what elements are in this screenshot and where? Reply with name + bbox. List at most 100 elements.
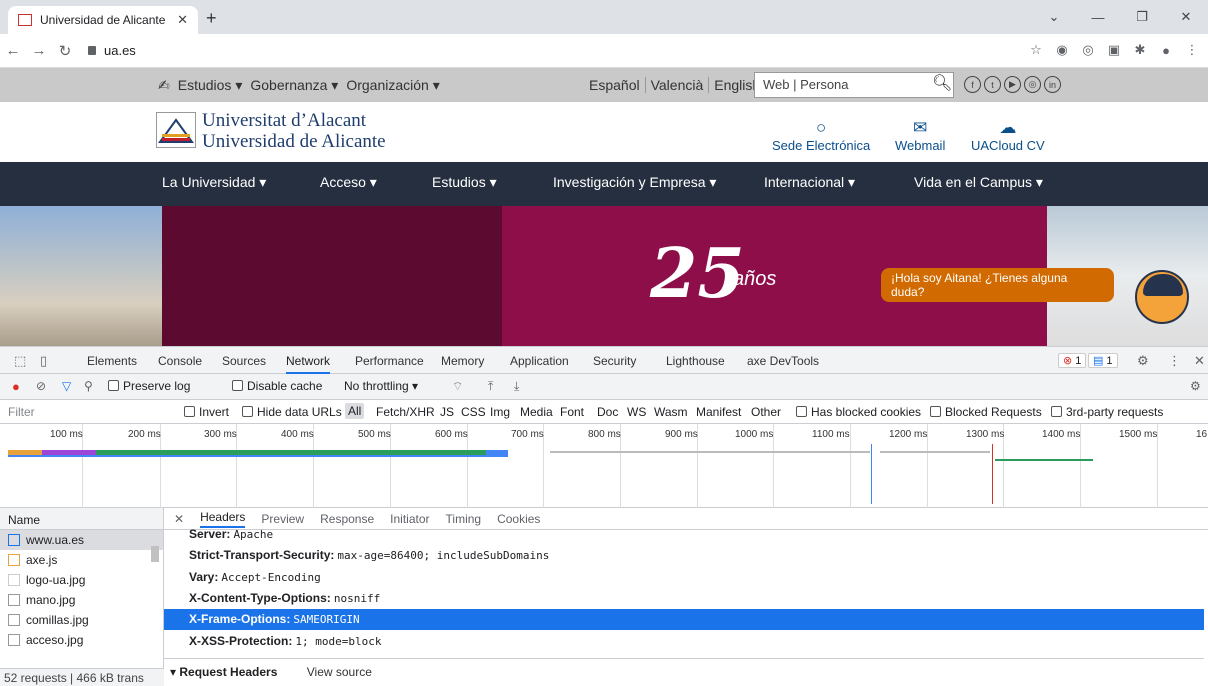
message-count-badge[interactable]: ▤ 1	[1088, 353, 1118, 368]
throttling-select[interactable]: No throttling ▾	[344, 379, 418, 393]
extension-icon[interactable]: ◉	[1054, 42, 1070, 58]
twitter-icon[interactable]: t	[984, 76, 1001, 93]
mainnav-internacional[interactable]: Internacional ▾	[764, 174, 855, 191]
filter-type-fetch-xhr[interactable]: Fetch/XHR	[376, 405, 435, 419]
instagram-icon[interactable]: ◎	[1024, 76, 1041, 93]
close-window-icon[interactable]: ✕	[1164, 0, 1208, 34]
chatbot-avatar[interactable]	[1135, 270, 1189, 324]
lang-valencia[interactable]: Valencià	[646, 77, 710, 93]
hero-banner[interactable]: 25 años ¡Hola soy Aitana! ¿Tienes alguna…	[0, 206, 1208, 346]
close-tab-icon[interactable]: ✕	[177, 12, 188, 28]
response-header-row[interactable]: Server: Apache	[164, 524, 1204, 545]
network-timeline-overview[interactable]: 100 ms 200 ms 300 ms 400 ms 500 ms 600 m…	[0, 424, 1208, 508]
network-settings-gear-icon[interactable]: ⚙	[1190, 379, 1201, 393]
tab-network[interactable]: Network	[286, 354, 331, 374]
close-devtools-icon[interactable]: ✕	[1194, 353, 1208, 368]
tab-security[interactable]: Security	[593, 354, 636, 368]
chatbot-bubble[interactable]: ¡Hola soy Aitana! ¿Tienes alguna duda?	[881, 268, 1114, 302]
request-row[interactable]: logo-ua.jpg	[0, 570, 163, 590]
filter-funnel-icon[interactable]: ▽	[62, 379, 71, 393]
filter-type-manifest[interactable]: Manifest	[696, 405, 741, 419]
tab-axe-devtools[interactable]: axe DevTools	[747, 354, 819, 368]
request-headers-toggle[interactable]: ▾ Request Headers	[170, 665, 277, 679]
view-source-link[interactable]: View source	[307, 665, 372, 679]
more-options-icon[interactable]: ⋮	[1168, 353, 1182, 368]
facebook-icon[interactable]: f	[964, 76, 981, 93]
tab-performance[interactable]: Performance	[355, 354, 424, 368]
restore-icon[interactable]: ❐	[1120, 0, 1164, 34]
bookmark-star-icon[interactable]: ☆	[1028, 42, 1044, 58]
response-header-row[interactable]: Strict-Transport-Security: max-age=86400…	[164, 545, 1204, 566]
filter-type-js[interactable]: JS	[440, 405, 454, 419]
response-header-row[interactable]: X-Content-Type-Options: nosniff	[164, 588, 1204, 609]
filter-input[interactable]: Filter	[8, 405, 35, 419]
request-row[interactable]: axe.js	[0, 550, 163, 570]
reload-icon[interactable]: ↻	[52, 42, 78, 60]
disable-cache-checkbox[interactable]: Disable cache	[232, 379, 322, 393]
forward-icon[interactable]: →	[26, 42, 52, 59]
settings-gear-icon[interactable]: ⚙	[1137, 353, 1151, 368]
preserve-log-checkbox[interactable]: Preserve log	[108, 379, 190, 393]
url-field[interactable]: ua.es	[88, 43, 136, 58]
topnav-organizacion[interactable]: Organización ▾	[346, 77, 439, 94]
quick-link-sede[interactable]: ○ Sede Electrónica	[772, 118, 870, 153]
filter-type-doc[interactable]: Doc	[597, 405, 618, 419]
response-header-row[interactable]: X-XSS-Protection: 1; mode=block	[164, 631, 1204, 652]
third-party-requests-checkbox[interactable]: 3rd-party requests	[1051, 405, 1163, 419]
ua-logo-icon[interactable]	[156, 112, 196, 148]
tab-console[interactable]: Console	[158, 354, 202, 368]
topnav-estudios[interactable]: Estudios ▾	[178, 77, 243, 94]
mainnav-vida-campus[interactable]: Vida en el Campus ▾	[914, 174, 1043, 191]
tab-elements[interactable]: Elements	[87, 354, 137, 368]
youtube-icon[interactable]: ▶	[1004, 76, 1021, 93]
device-toolbar-icon[interactable]: ▯	[40, 353, 54, 368]
menu-dots-icon[interactable]: ⋮	[1184, 42, 1200, 58]
filter-type-media[interactable]: Media	[520, 405, 553, 419]
mainnav-acceso[interactable]: Acceso ▾	[320, 174, 377, 191]
response-header-row[interactable]: Vary: Accept-Encoding	[164, 567, 1204, 588]
filter-type-css[interactable]: CSS	[461, 405, 486, 419]
filter-type-img[interactable]: Img	[490, 405, 510, 419]
filter-type-ws[interactable]: WS	[627, 405, 646, 419]
clear-icon[interactable]: ⊘	[36, 379, 46, 393]
filter-type-all[interactable]: All	[345, 403, 365, 419]
chevron-down-icon[interactable]: ⌄	[1032, 0, 1076, 34]
site-logo-text[interactable]: Universitat d’Alacant Universidad de Ali…	[202, 110, 386, 152]
request-row[interactable]: acceso.jpg	[0, 630, 163, 650]
tab-application[interactable]: Application	[510, 354, 569, 368]
network-conditions-icon[interactable]: ⌔	[452, 379, 463, 394]
back-icon[interactable]: ←	[0, 42, 26, 59]
mainnav-investigacion[interactable]: Investigación y Empresa ▾	[553, 174, 716, 191]
extension-icon[interactable]: ▣	[1106, 42, 1122, 58]
has-blocked-cookies-checkbox[interactable]: Has blocked cookies	[796, 405, 921, 419]
request-list-scrollbar[interactable]	[150, 538, 160, 668]
error-count-badge[interactable]: ⊗ 1	[1058, 353, 1087, 368]
import-har-icon[interactable]: ⤒	[488, 379, 493, 394]
inspect-element-icon[interactable]: ⬚	[14, 353, 28, 368]
filter-type-wasm[interactable]: Wasm	[654, 405, 688, 419]
tab-lighthouse[interactable]: Lighthouse	[666, 354, 725, 368]
mainnav-estudios[interactable]: Estudios ▾	[432, 174, 497, 191]
lang-espanol[interactable]: Español	[584, 77, 646, 93]
minimize-icon[interactable]: —	[1076, 0, 1120, 34]
tab-sources[interactable]: Sources	[222, 354, 266, 368]
site-search-input[interactable]: Web | Persona	[754, 72, 954, 98]
puzzle-icon[interactable]: ✱	[1132, 42, 1148, 58]
profile-avatar-icon[interactable]: ●	[1158, 42, 1174, 58]
browser-tab[interactable]: Universidad de Alicante ✕	[8, 6, 198, 34]
new-tab-icon[interactable]: +	[206, 8, 217, 29]
search-network-icon[interactable]: ⚲	[84, 379, 93, 393]
filter-type-font[interactable]: Font	[560, 405, 584, 419]
request-row[interactable]: comillas.jpg	[0, 610, 163, 630]
quick-link-uacloud[interactable]: ☁ UACloud CV	[971, 118, 1045, 153]
blocked-requests-checkbox[interactable]: Blocked Requests	[930, 405, 1042, 419]
filter-type-other[interactable]: Other	[751, 405, 781, 419]
search-icon[interactable]: 🔍︎	[932, 73, 952, 92]
extension-icon[interactable]: ◎	[1080, 42, 1096, 58]
quick-link-webmail[interactable]: ✉ Webmail	[895, 118, 945, 153]
invert-checkbox[interactable]: Invert	[184, 405, 229, 419]
linkedin-icon[interactable]: in	[1044, 76, 1061, 93]
topnav-gobernanza[interactable]: Gobernanza ▾	[250, 77, 338, 94]
hide-data-urls-checkbox[interactable]: Hide data URLs	[242, 405, 342, 419]
site-home-icon[interactable]: ✍	[158, 77, 170, 94]
